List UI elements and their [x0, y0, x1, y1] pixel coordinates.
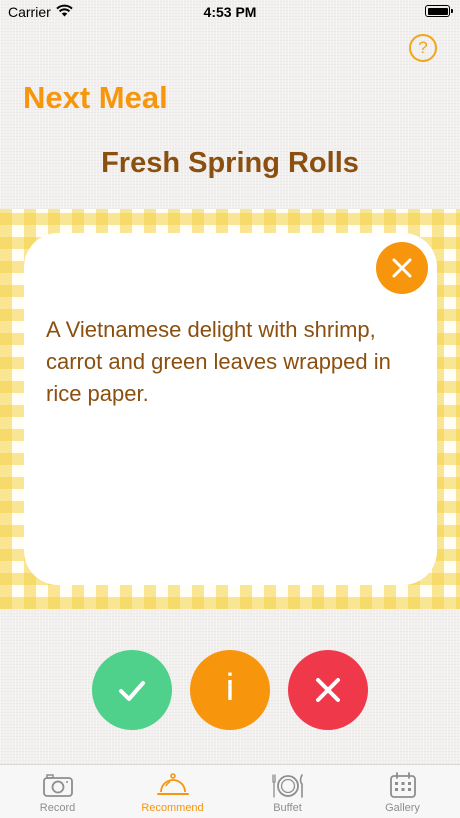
cloche-icon [157, 773, 189, 795]
tab-record[interactable]: Record [0, 765, 115, 818]
info-icon: i [225, 667, 235, 709]
tab-label: Gallery [385, 802, 420, 814]
camera-icon [43, 774, 73, 797]
calendar-icon [390, 772, 416, 798]
info-button[interactable]: i [190, 650, 270, 730]
accept-button[interactable] [92, 650, 172, 730]
card-close-button[interactable] [376, 242, 428, 294]
close-icon [316, 678, 340, 702]
status-bar: Carrier 4:53 PM [0, 0, 460, 26]
meal-description: A Vietnamese delight with shrimp, carrot… [46, 317, 391, 406]
tab-bar: Record Recommend Buffet Gallery [0, 764, 460, 818]
status-time: 4:53 PM [203, 4, 257, 20]
tab-gallery[interactable]: Gallery [345, 765, 460, 818]
plate-cutlery-icon [272, 774, 303, 798]
close-icon [392, 258, 412, 278]
tab-buffet[interactable]: Buffet [230, 765, 345, 818]
tab-label: Record [39, 802, 76, 814]
meal-name: Fresh Spring Rolls [101, 147, 359, 179]
battery-icon [425, 5, 453, 17]
help-button[interactable]: ? [409, 34, 437, 62]
reject-button[interactable] [288, 650, 368, 730]
app-title: Next Meal [23, 80, 168, 115]
checkmark-icon [119, 681, 145, 701]
tab-label: Buffet [273, 802, 302, 814]
tab-recommend[interactable]: Recommend [115, 765, 230, 818]
tab-label: Recommend [141, 802, 204, 814]
